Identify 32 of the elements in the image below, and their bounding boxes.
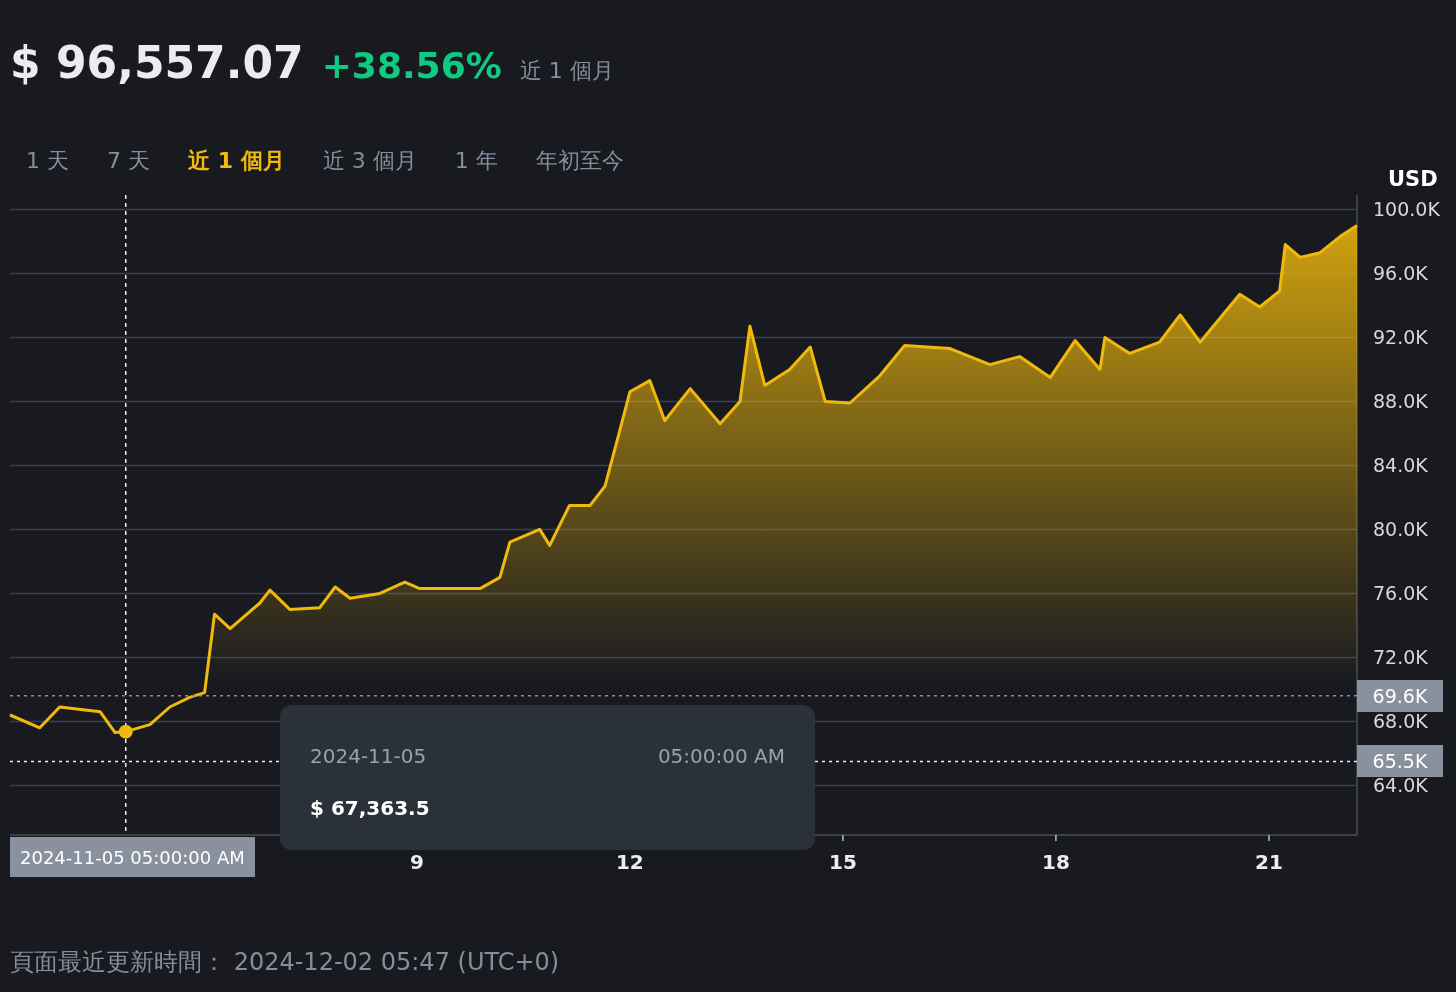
axis-label: 15 (829, 850, 857, 874)
range-tab[interactable]: 近 1 個月 (188, 140, 285, 180)
axis-label: 9 (409, 850, 424, 874)
axis-label: 21 (1255, 850, 1283, 874)
axis-label: 18 (1042, 850, 1070, 874)
range-tab[interactable]: 1 天 (26, 140, 69, 180)
update-time: 頁面最近更新時間： 2024-12-02 05:47 (UTC+0) (9, 947, 561, 978)
axis-label: 72.0K (1373, 646, 1428, 669)
price-change: +38.56% (321, 44, 502, 88)
axis-label: 96.0K (1373, 262, 1428, 285)
range-tab[interactable]: 年初至今 (535, 140, 624, 180)
tooltip-time: 05:00:00 AM (657, 743, 785, 770)
price-tag: 65.5K (1357, 745, 1443, 778)
axis-label: 100.0K (1373, 198, 1440, 221)
price-value: $ 96,557.07 (10, 36, 304, 90)
tooltip-date: 2024-11-05 (310, 743, 427, 770)
range-tab[interactable]: 近 3 個月 (322, 140, 417, 180)
axis-label: 68.0K (1373, 710, 1428, 733)
period-label: 近 1 個月 (519, 57, 614, 85)
axis-label: 84.0K (1373, 454, 1428, 477)
date-tag: 2024-11-05 05:00:00 AM (10, 837, 255, 877)
range-tab[interactable]: 1 年 (454, 140, 498, 180)
axis-label: 88.0K (1373, 390, 1428, 413)
tooltip-price: $ 67,363.5 (310, 795, 431, 822)
axis-label: 76.0K (1373, 582, 1428, 605)
axis-label: 12 (615, 850, 644, 874)
range-tab[interactable]: 7 天 (107, 140, 150, 180)
axis-label: 80.0K (1373, 518, 1428, 541)
currency-label: USD (1388, 166, 1438, 193)
crosshair-dot (118, 724, 133, 739)
price-tag: 69.6K (1357, 679, 1443, 712)
axis-label: 92.0K (1373, 326, 1428, 349)
